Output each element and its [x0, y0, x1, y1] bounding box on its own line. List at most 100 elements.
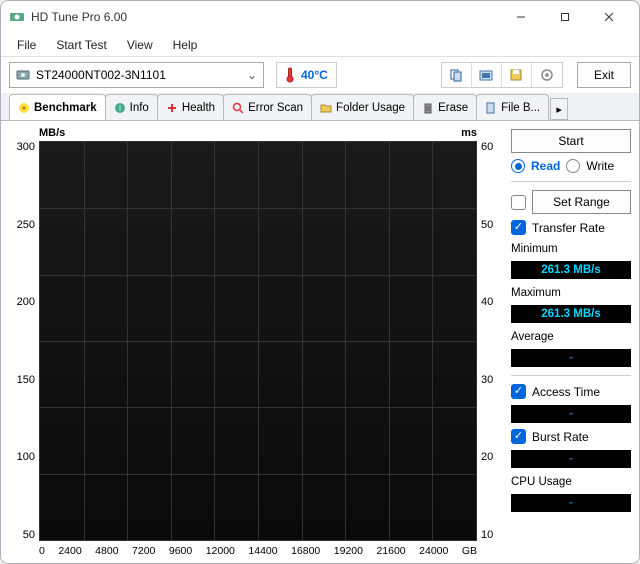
- menu-file[interactable]: File: [7, 35, 46, 55]
- chart-area: MB/s ms 300 250 200 150 100 50 60: [9, 127, 507, 555]
- toolbar: ST24000NT002-3N1101 ⌄ 40°C Exit: [1, 57, 639, 93]
- error-scan-icon: [232, 102, 244, 114]
- drive-name: ST24000NT002-3N1101: [36, 68, 166, 82]
- x-tick: 12000: [206, 545, 235, 557]
- y-tick: 40: [481, 296, 493, 308]
- y-tick: 30: [481, 374, 493, 386]
- folder-icon: [320, 102, 332, 114]
- drive-select[interactable]: ST24000NT002-3N1101 ⌄: [9, 62, 264, 88]
- access-time-value: -: [511, 405, 631, 423]
- menubar: File Start Test View Help: [1, 33, 639, 57]
- temperature-pane: 40°C: [276, 62, 337, 88]
- maximize-button[interactable]: [543, 3, 587, 31]
- tab-label: Folder Usage: [336, 102, 405, 114]
- tab-health[interactable]: Health: [157, 94, 224, 120]
- health-icon: [166, 102, 178, 114]
- side-panel: Start Read Write Set Range Transfer Rate…: [511, 127, 631, 555]
- x-tick: 16800: [291, 545, 320, 557]
- svg-text:i: i: [119, 104, 121, 113]
- y-left-label: MB/s: [39, 127, 65, 139]
- access-time-label: Access Time: [532, 385, 600, 399]
- x-tick: 0: [39, 545, 45, 557]
- menu-view[interactable]: View: [117, 35, 163, 55]
- menu-help[interactable]: Help: [163, 35, 208, 55]
- x-tick: 19200: [334, 545, 363, 557]
- drive-icon: [16, 68, 30, 82]
- y-right-label: ms: [461, 127, 477, 139]
- screenshot-button[interactable]: [472, 63, 502, 87]
- exit-button[interactable]: Exit: [577, 62, 631, 88]
- y-tick: 100: [17, 451, 35, 463]
- tab-label: File B...: [501, 102, 540, 114]
- chevron-down-icon: ⌄: [247, 68, 257, 82]
- minimize-button[interactable]: [499, 3, 543, 31]
- app-icon: [9, 9, 25, 25]
- average-value: -: [511, 349, 631, 367]
- y-tick: 300: [17, 141, 35, 153]
- average-label: Average: [511, 331, 631, 343]
- x-tick: 24000: [419, 545, 448, 557]
- cpu-usage-label: CPU Usage: [511, 476, 631, 488]
- erase-icon: [422, 102, 434, 114]
- set-range-checkbox[interactable]: [511, 195, 526, 210]
- y-axis-right: 60 50 40 30 20 10: [477, 141, 507, 541]
- transfer-rate-label: Transfer Rate: [532, 221, 605, 235]
- burst-rate-label: Burst Rate: [532, 430, 589, 444]
- window-title: HD Tune Pro 6.00: [31, 10, 499, 24]
- y-tick: 50: [481, 219, 493, 231]
- tab-folder-usage[interactable]: Folder Usage: [311, 94, 414, 120]
- tab-file-benchmark[interactable]: File B...: [476, 94, 549, 120]
- write-label: Write: [586, 159, 614, 173]
- burst-rate-checkbox[interactable]: [511, 429, 526, 444]
- x-tick: 2400: [58, 545, 81, 557]
- settings-button[interactable]: [532, 63, 562, 87]
- cpu-usage-value: -: [511, 494, 631, 512]
- tab-error-scan[interactable]: Error Scan: [223, 94, 312, 120]
- file-icon: [485, 102, 497, 114]
- save-button[interactable]: [502, 63, 532, 87]
- start-button[interactable]: Start: [511, 129, 631, 153]
- toolbar-buttons: [441, 62, 563, 88]
- tab-scroll-right[interactable]: ▸: [550, 98, 568, 120]
- tab-erase[interactable]: Erase: [413, 94, 477, 120]
- tab-label: Erase: [438, 102, 468, 114]
- copy-button[interactable]: [442, 63, 472, 87]
- x-axis: 0 2400 4800 7200 9600 12000 14400 16800 …: [9, 541, 507, 557]
- y-axis-left: 300 250 200 150 100 50: [9, 141, 39, 541]
- tab-label: Benchmark: [34, 102, 97, 114]
- y-tick: 200: [17, 296, 35, 308]
- y-tick: 10: [481, 529, 493, 541]
- transfer-rate-checkbox[interactable]: [511, 220, 526, 235]
- benchmark-icon: [18, 102, 30, 114]
- tab-label: Error Scan: [248, 102, 303, 114]
- chart-plot: [39, 141, 477, 541]
- menu-start-test[interactable]: Start Test: [46, 35, 116, 55]
- read-label: Read: [531, 159, 560, 173]
- maximum-label: Maximum: [511, 287, 631, 299]
- y-tick: 60: [481, 141, 493, 153]
- write-radio[interactable]: [566, 159, 580, 173]
- y-tick: 150: [17, 374, 35, 386]
- close-button[interactable]: [587, 3, 631, 31]
- tab-benchmark[interactable]: Benchmark: [9, 94, 106, 120]
- minimum-label: Minimum: [511, 243, 631, 255]
- tab-label: Info: [130, 102, 149, 114]
- access-time-checkbox[interactable]: [511, 384, 526, 399]
- x-tick: 4800: [95, 545, 118, 557]
- maximum-value: 261.3 MB/s: [511, 305, 631, 323]
- tab-info[interactable]: i Info: [105, 94, 158, 120]
- set-range-button[interactable]: Set Range: [532, 190, 631, 214]
- thermometer-icon: [285, 67, 295, 83]
- x-tick: 9600: [169, 545, 192, 557]
- content-area: MB/s ms 300 250 200 150 100 50 60: [1, 121, 639, 563]
- x-tick: 7200: [132, 545, 155, 557]
- y-tick: 20: [481, 451, 493, 463]
- read-radio[interactable]: [511, 159, 525, 173]
- y-tick: 250: [17, 219, 35, 231]
- x-tick: 14400: [248, 545, 277, 557]
- tabstrip: Benchmark i Info Health Error Scan Folde…: [1, 93, 639, 121]
- info-icon: i: [114, 102, 126, 114]
- x-unit: GB: [462, 545, 477, 557]
- tab-label: Health: [182, 102, 215, 114]
- temperature-value: 40°C: [301, 68, 328, 82]
